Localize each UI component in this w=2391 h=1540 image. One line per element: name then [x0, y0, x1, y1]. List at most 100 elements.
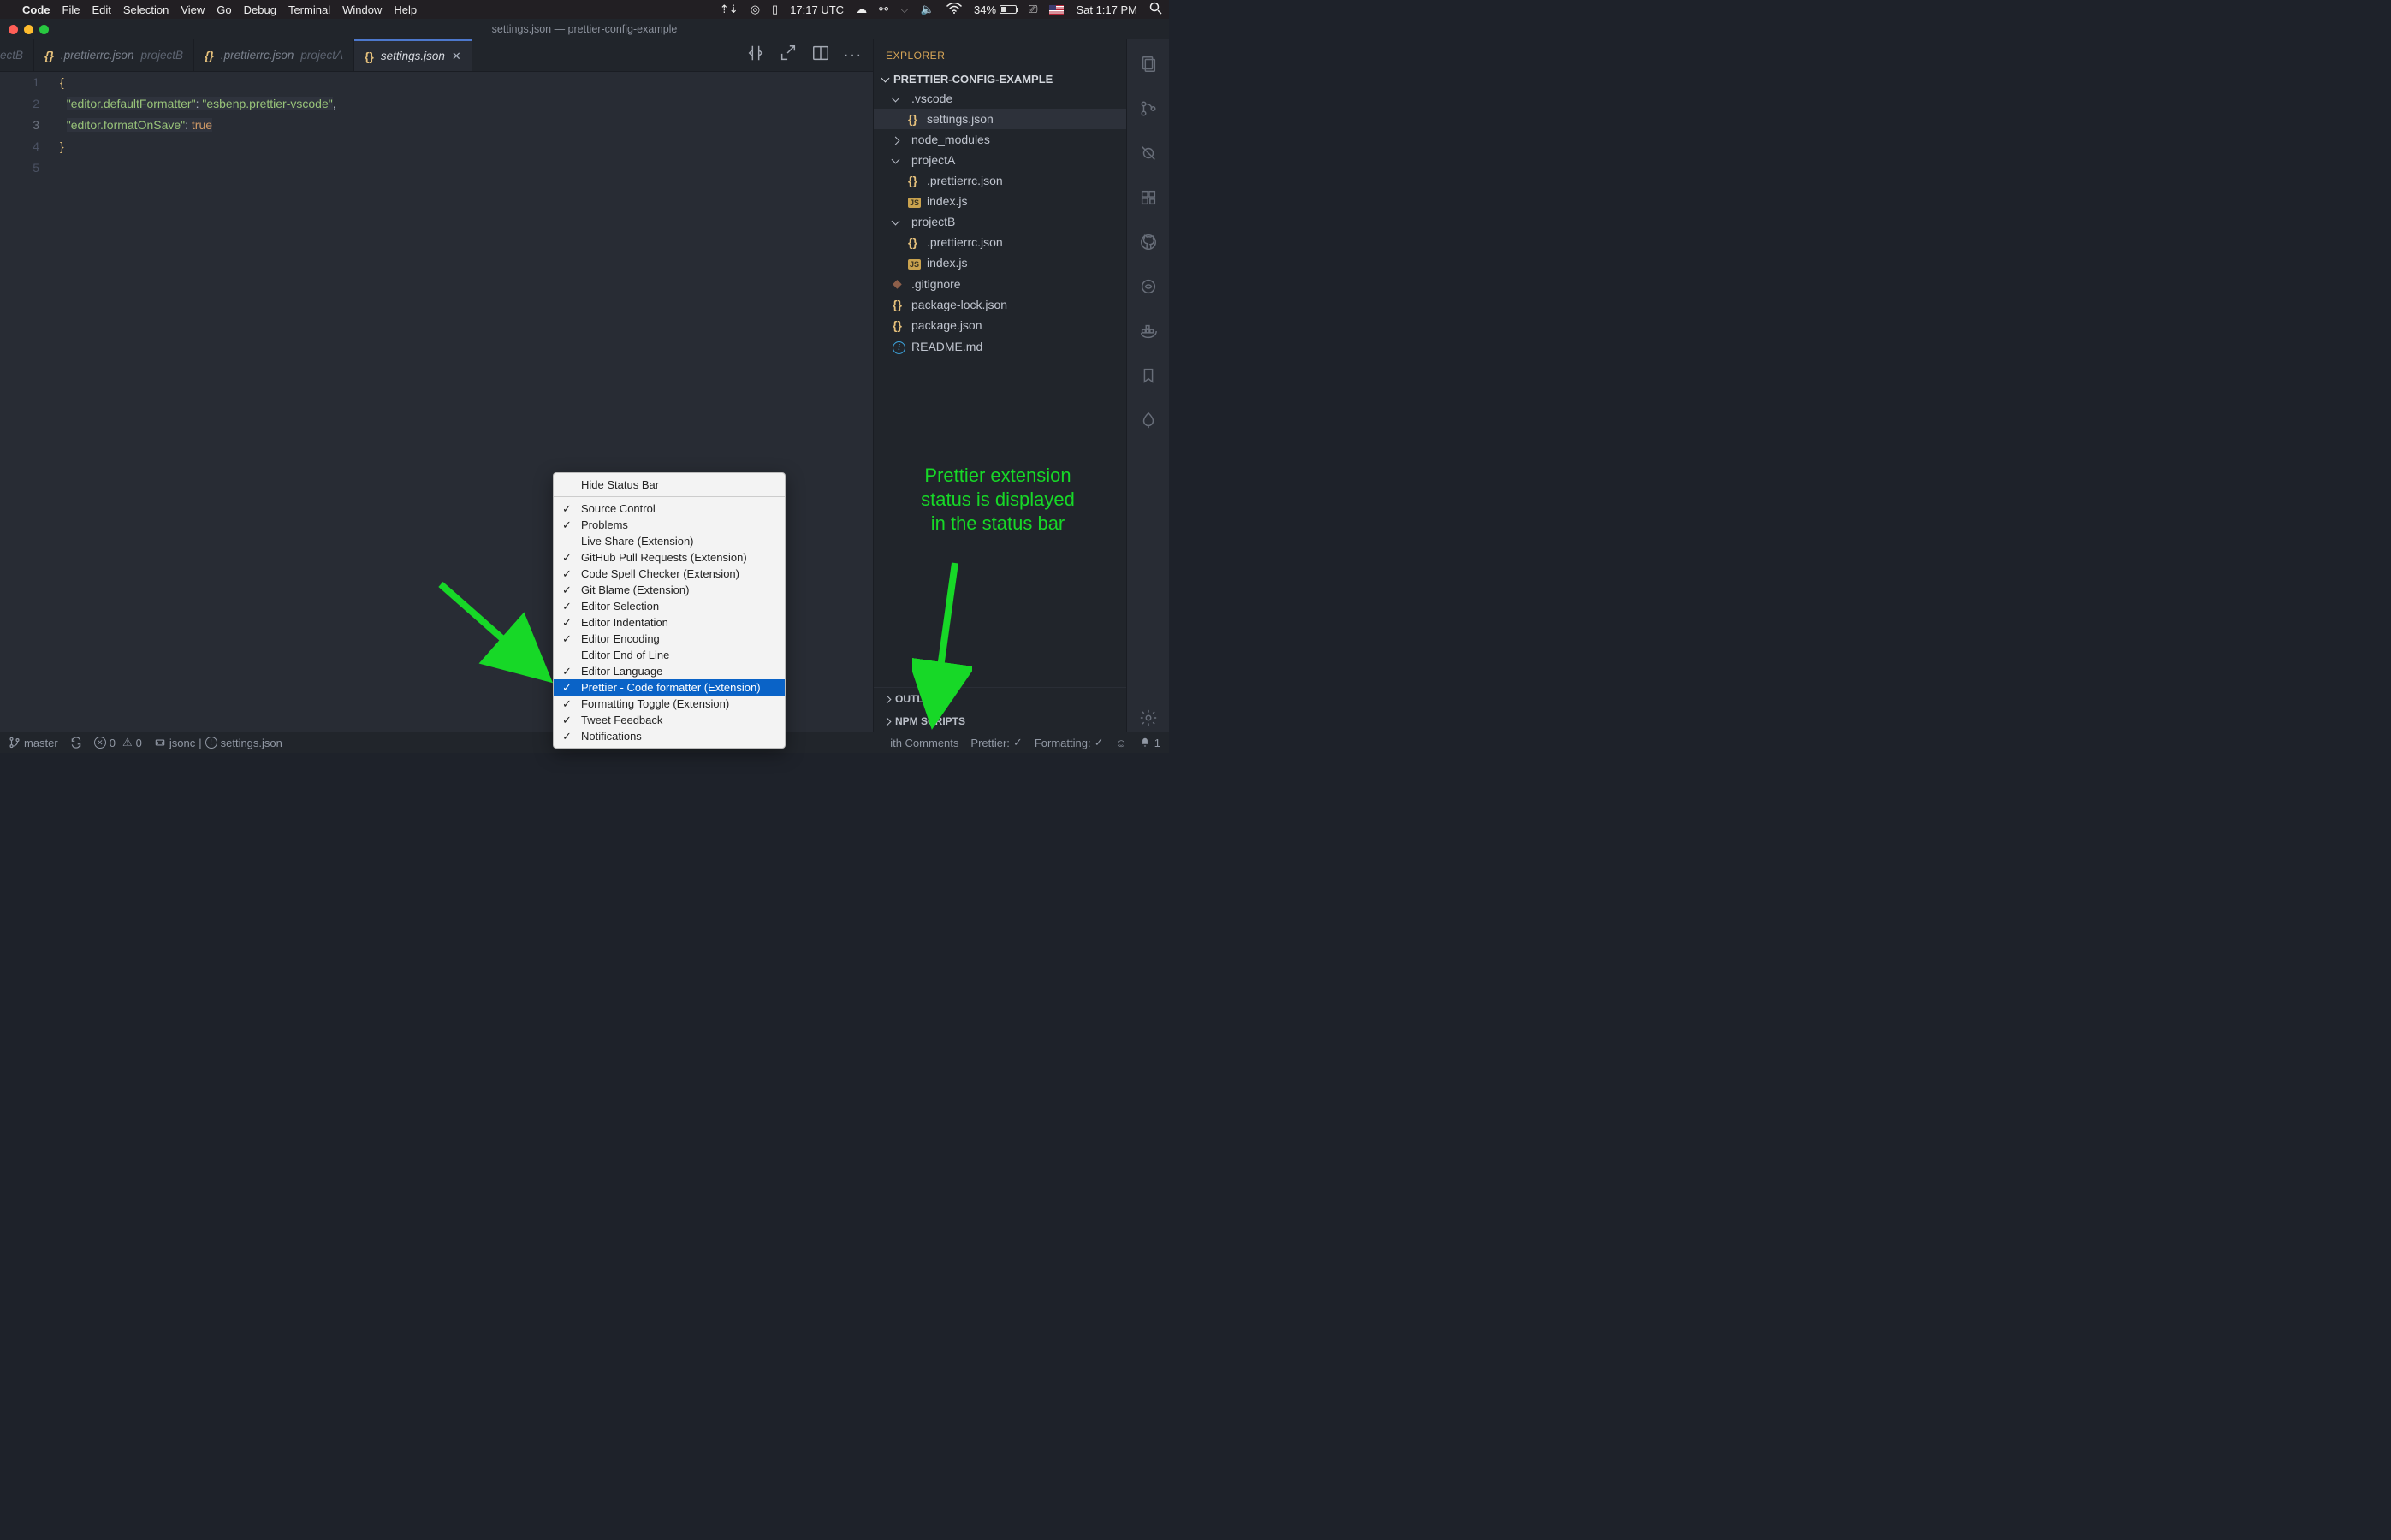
status-bell[interactable]: 1: [1139, 737, 1160, 749]
code-content[interactable]: { "editor.defaultFormatter": "esbenp.pre…: [55, 72, 336, 732]
files-icon[interactable]: [1139, 55, 1158, 79]
chevron-down-icon: [893, 215, 899, 228]
split-editor-icon[interactable]: [811, 44, 830, 67]
ctx-item[interactable]: ✓Source Control: [554, 500, 785, 517]
display-icon[interactable]: ⎚: [1029, 3, 1037, 16]
battery-status[interactable]: 34%: [974, 3, 1017, 16]
tree-item[interactable]: .vscode: [874, 88, 1126, 109]
wifi-icon[interactable]: [946, 3, 962, 16]
menu-debug[interactable]: Debug: [244, 3, 276, 16]
sync-icon[interactable]: ◎: [751, 3, 760, 16]
ctx-item[interactable]: ✓Editor Selection: [554, 598, 785, 614]
menu-go[interactable]: Go: [217, 3, 231, 16]
ctx-item[interactable]: ✓Notifications: [554, 728, 785, 744]
minimize-window[interactable]: [24, 25, 33, 34]
tree-item[interactable]: projectA: [874, 150, 1126, 170]
annotation-line: status is displayed: [878, 488, 1118, 512]
status-lang-right[interactable]: ith Comments: [890, 737, 958, 749]
close-window[interactable]: [9, 25, 18, 34]
check-icon: ✓: [562, 714, 572, 727]
debug-icon[interactable]: [1139, 144, 1158, 168]
ctx-hide-statusbar[interactable]: Hide Status Bar: [554, 477, 785, 493]
tree-item[interactable]: node_modules: [874, 129, 1126, 150]
menu-edit[interactable]: Edit: [92, 3, 110, 16]
us-flag-icon[interactable]: [1049, 5, 1064, 15]
glasses-icon[interactable]: ⚯: [879, 3, 888, 16]
tree-item[interactable]: projectB: [874, 211, 1126, 232]
tree-item[interactable]: {}package.json: [874, 315, 1126, 335]
volume-icon[interactable]: 🔈: [921, 3, 934, 16]
status-errors[interactable]: ✕ 0 ⚠ 0: [94, 736, 142, 749]
tree-icon[interactable]: [1139, 411, 1158, 435]
tree-root[interactable]: PRETTIER-CONFIG-EXAMPLE: [874, 70, 1126, 88]
more-actions-icon[interactable]: ···: [844, 48, 863, 63]
menu-help[interactable]: Help: [394, 3, 417, 16]
tab-dir: projectA: [300, 49, 343, 62]
zoom-window[interactable]: [39, 25, 49, 34]
ctx-item[interactable]: ✓Prettier - Code formatter (Extension): [554, 679, 785, 696]
menu-selection[interactable]: Selection: [123, 3, 169, 16]
tree-item[interactable]: JSindex.js: [874, 191, 1126, 211]
tree-item[interactable]: JSindex.js: [874, 252, 1126, 273]
ctx-item[interactable]: ✓Code Spell Checker (Extension): [554, 566, 785, 582]
tree-item-label: node_modules: [911, 133, 990, 146]
tree-item[interactable]: {}.prettierrc.json: [874, 170, 1126, 191]
settings-icon[interactable]: [1139, 708, 1158, 732]
clipboard-icon[interactable]: ▯: [772, 3, 778, 16]
tree-item[interactable]: iREADME.md: [874, 335, 1126, 358]
dropbox-icon[interactable]: ⇡⇣: [720, 3, 739, 16]
statusbar-context-menu: Hide Status Bar ✓Source Control✓Problems…: [553, 472, 786, 749]
cloud-icon[interactable]: ☁: [856, 3, 867, 16]
tree-item[interactable]: ◆.gitignore: [874, 273, 1126, 294]
extensions-icon[interactable]: [1139, 188, 1158, 212]
tree-item[interactable]: {}.prettierrc.json: [874, 232, 1126, 252]
window-traffic-lights: [9, 25, 49, 34]
app-name[interactable]: Code: [22, 3, 50, 16]
liveshare-icon[interactable]: [1139, 277, 1158, 301]
tab-prettierrc-projecta[interactable]: {} .prettierrc.json projectA: [194, 39, 354, 71]
ctx-item[interactable]: ✓GitHub Pull Requests (Extension): [554, 549, 785, 566]
ctx-item[interactable]: ✓Problems: [554, 517, 785, 533]
status-prettier[interactable]: Prettier: ✓: [970, 736, 1022, 749]
tab-prettierrc-projectb[interactable]: {} .prettierrc.json projectB: [34, 39, 194, 71]
menu-terminal[interactable]: Terminal: [288, 3, 330, 16]
compare-icon[interactable]: [746, 44, 765, 67]
menu-view[interactable]: View: [181, 3, 205, 16]
spotlight-icon[interactable]: [1149, 2, 1162, 17]
bluetooth-icon[interactable]: ⌵: [900, 3, 909, 16]
explorer-title[interactable]: EXPLORER: [874, 39, 1126, 70]
ctx-item[interactable]: ✓Formatting Toggle (Extension): [554, 696, 785, 712]
github-icon[interactable]: [1139, 233, 1158, 257]
bookmark-icon[interactable]: [1139, 366, 1158, 390]
git-icon: ◆: [893, 276, 902, 290]
annotation-arrow-left: [432, 578, 569, 697]
source-control-icon[interactable]: [1139, 99, 1158, 123]
status-formatting[interactable]: Formatting: ✓: [1035, 736, 1104, 749]
ctx-item[interactable]: ✓Editor Language: [554, 663, 785, 679]
menu-window[interactable]: Window: [342, 3, 382, 16]
status-branch[interactable]: master: [9, 737, 58, 749]
ctx-item[interactable]: Live Share (Extension): [554, 533, 785, 549]
status-language-left[interactable]: jsonc | ! settings.json: [154, 737, 282, 749]
braces-icon: {}: [205, 49, 214, 62]
ctx-item-label: Editor Encoding: [581, 632, 660, 645]
tree-item[interactable]: {}settings.json: [874, 109, 1126, 129]
menu-file[interactable]: File: [62, 3, 80, 16]
ctx-item[interactable]: ✓Tweet Feedback: [554, 712, 785, 728]
ctx-item[interactable]: ✓Editor Encoding: [554, 631, 785, 647]
status-sync[interactable]: [70, 737, 82, 749]
tab-overflow-prev[interactable]: ectB: [0, 39, 34, 71]
time-utc[interactable]: 17:17 UTC: [790, 3, 844, 16]
tree-item[interactable]: {}package-lock.json: [874, 294, 1126, 315]
docker-icon[interactable]: [1139, 322, 1158, 346]
open-changes-icon[interactable]: [779, 44, 798, 67]
ctx-item[interactable]: Editor End of Line: [554, 647, 785, 663]
ctx-item[interactable]: ✓Git Blame (Extension): [554, 582, 785, 598]
ctx-item[interactable]: ✓Editor Indentation: [554, 614, 785, 631]
branch-name: master: [24, 737, 58, 749]
status-feedback-icon[interactable]: ☺: [1115, 737, 1126, 749]
annotation-text: Prettier extension status is displayed i…: [878, 464, 1118, 536]
tab-settings-active[interactable]: {} settings.json ✕: [354, 39, 472, 71]
clock[interactable]: Sat 1:17 PM: [1076, 3, 1137, 16]
close-tab-icon[interactable]: ✕: [452, 50, 461, 63]
